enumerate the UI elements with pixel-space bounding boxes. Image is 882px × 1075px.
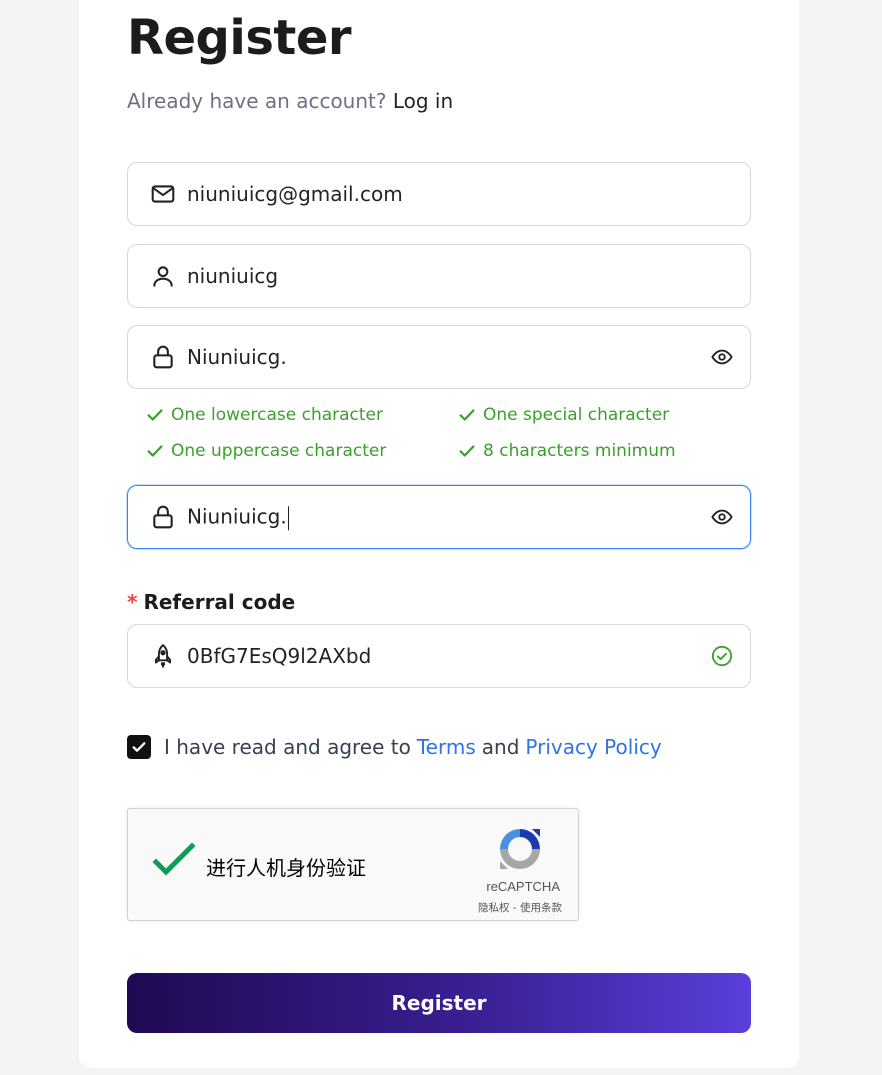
required-mark: * — [127, 590, 138, 614]
recaptcha-label: 进行人机身份验证 — [206, 856, 366, 880]
have-account-text: Already have an account? — [127, 89, 387, 113]
rule-uppercase: One uppercase character — [146, 441, 386, 461]
check-icon — [459, 445, 475, 457]
password-field[interactable]: Niuniuicg. — [127, 325, 751, 389]
check-icon — [459, 409, 475, 421]
confirm-password-value: Niuniuicg. — [187, 504, 289, 530]
email-value: niuniuicg@gmail.com — [187, 182, 403, 206]
password-value: Niuniuicg. — [187, 345, 287, 369]
referral-code-value: 0BfG7EsQ9l2AXbd — [187, 644, 372, 668]
recaptcha-check-icon — [152, 842, 196, 883]
rule-special: One special character — [458, 405, 669, 425]
privacy-policy-link[interactable]: Privacy Policy — [525, 735, 661, 759]
login-prompt: Already have an account? Log in — [127, 89, 453, 113]
recaptcha-widget[interactable]: 进行人机身份验证 reCAPTCHA 隐私权 - 使用条款 — [127, 808, 579, 921]
eye-icon[interactable] — [710, 345, 734, 369]
terms-link[interactable]: Terms — [417, 735, 476, 759]
agree-and-text: and — [481, 735, 520, 759]
username-value: niuniuicg — [187, 264, 279, 288]
page-title: Register — [127, 10, 352, 66]
referral-label: * Referral code — [127, 590, 295, 614]
recaptcha-logo-icon — [496, 825, 544, 878]
confirm-password-field[interactable]: Niuniuicg. — [127, 485, 751, 549]
rule-min-length: 8 characters minimum — [458, 441, 676, 461]
recaptcha-brand: reCAPTCHA — [486, 879, 560, 894]
email-field[interactable]: niuniuicg@gmail.com — [127, 162, 751, 226]
lock-icon — [150, 344, 176, 370]
lock-icon — [150, 504, 176, 530]
check-circle-icon — [710, 644, 734, 668]
check-icon — [147, 409, 163, 421]
recaptcha-links[interactable]: 隐私权 - 使用条款 — [478, 900, 562, 915]
check-icon — [147, 445, 163, 457]
mail-icon — [150, 181, 176, 207]
text-caret — [287, 505, 289, 530]
username-field[interactable]: niuniuicg — [127, 244, 751, 308]
user-icon — [150, 263, 176, 289]
rule-lowercase: One lowercase character — [146, 405, 383, 425]
rocket-icon — [150, 643, 176, 669]
agree-row: I have read and agree to Terms and Priva… — [127, 735, 668, 759]
register-button[interactable]: Register — [127, 973, 751, 1033]
agree-text: I have read and agree to — [164, 735, 411, 759]
referral-code-field[interactable]: 0BfG7EsQ9l2AXbd — [127, 624, 751, 688]
eye-icon[interactable] — [710, 505, 734, 529]
login-link[interactable]: Log in — [393, 89, 453, 113]
checkmark-icon — [132, 742, 146, 752]
agree-checkbox[interactable] — [127, 735, 151, 759]
referral-label-text: Referral code — [143, 590, 296, 614]
